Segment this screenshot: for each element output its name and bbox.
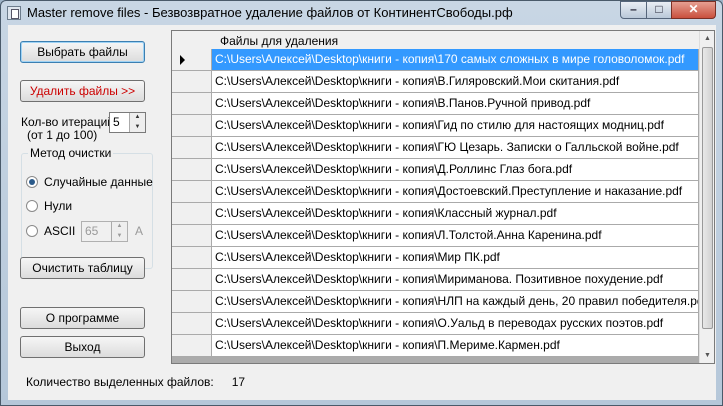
cleaning-method-title: Метод очистки [28,146,114,160]
row-header[interactable] [172,269,212,291]
table-row[interactable]: C:\Users\Алексей\Desktop\книги - копия\Д… [212,181,699,203]
row-header[interactable] [172,159,212,181]
iterations-stepper[interactable]: 5 ▲ ▼ [109,112,146,133]
row-header[interactable] [172,313,212,335]
row-header[interactable] [172,71,212,93]
client-area: Выбрать файлы Удалить файлы >> Кол-во ит… [8,25,716,400]
about-button[interactable]: О программе [20,307,145,329]
row-header[interactable] [172,335,212,357]
iterations-spin[interactable]: ▲ ▼ [129,113,145,132]
cleaning-method-group [21,153,153,269]
select-files-button[interactable]: Выбрать файлы [20,41,145,63]
current-row-arrow-icon [180,55,185,65]
table-row[interactable]: C:\Users\Алексей\Desktop\книги - копия\Н… [212,291,699,313]
ascii-char-label: A [135,224,144,238]
spin-up-icon[interactable]: ▲ [130,113,145,122]
delete-files-button[interactable]: Удалить файлы >> [20,80,145,102]
table-row[interactable]: C:\Users\Алексей\Desktop\книги - копия\Л… [212,225,699,247]
radio-random[interactable] [26,176,38,188]
minimize-button[interactable]: – [620,1,647,19]
app-window: Master remove files - Безвозвратное удал… [0,0,723,406]
ascii-code-stepper[interactable]: 65 ▲ ▼ [81,221,128,242]
selected-count-value: 17 [231,375,246,389]
table-row[interactable]: C:\Users\Алексей\Desktop\книги - копия\М… [212,269,699,291]
table-row[interactable]: C:\Users\Алексей\Desktop\книги - копия\В… [212,71,699,93]
clear-table-button[interactable]: Очистить таблицу [20,257,145,279]
iterations-value: 5 [113,115,120,129]
scroll-down-icon[interactable]: ▼ [700,348,714,363]
app-icon [7,6,21,20]
row-header[interactable] [172,137,212,159]
row-header[interactable] [172,291,212,313]
row-header[interactable] [172,247,212,269]
close-button[interactable]: ✕ [671,1,716,19]
column-header-files[interactable]: Файлы для удаления [212,31,699,50]
table-row[interactable]: C:\Users\Алексей\Desktop\книги - копия\В… [212,93,699,115]
scroll-up-icon[interactable]: ▲ [700,31,714,46]
status-line: Количество выделенных файлов: 17 [26,375,245,389]
spin-down-icon[interactable]: ▼ [130,123,145,132]
ascii-spin-down-icon[interactable]: ▼ [112,232,127,241]
table-row[interactable]: C:\Users\Алексей\Desktop\книги - копия\Г… [212,115,699,137]
scroll-thumb[interactable] [702,47,713,329]
close-icon: ✕ [688,2,699,16]
maximize-icon: □ [655,2,663,16]
radio-zeros-label[interactable]: Нули [44,199,72,213]
table-row[interactable]: C:\Users\Алексей\Desktop\книги - копия\О… [212,313,699,335]
radio-random-label[interactable]: Случайные данные [44,175,153,189]
radio-ascii[interactable] [26,225,38,237]
table-row[interactable]: C:\Users\Алексей\Desktop\книги - копия\Г… [212,137,699,159]
row-header[interactable] [172,203,212,225]
row-header[interactable] [172,93,212,115]
iterations-range-label: (от 1 до 100) [27,128,98,142]
row-header[interactable] [172,181,212,203]
exit-button[interactable]: Выход [20,336,145,358]
table-row[interactable]: C:\Users\Алексей\Desktop\книги - копия\М… [212,247,699,269]
window-title: Master remove files - Безвозвратное удал… [27,5,513,20]
table-row[interactable]: C:\Users\Алексей\Desktop\книги - копия\П… [212,335,699,357]
radio-zeros[interactable] [26,200,38,212]
radio-ascii-label[interactable]: ASCII [44,224,75,238]
row-header[interactable] [172,49,212,71]
table-row[interactable]: C:\Users\Алексей\Desktop\книги - копия\1… [212,49,699,71]
table-row[interactable]: C:\Users\Алексей\Desktop\книги - копия\Д… [212,159,699,181]
row-header[interactable] [172,115,212,137]
ascii-code-value: 65 [85,224,99,238]
minimize-icon: – [630,2,637,16]
column-header-label: Файлы для удаления [220,34,339,48]
row-header[interactable] [172,225,212,247]
vertical-scrollbar[interactable]: ▲ ▼ [699,31,714,363]
table-corner-header[interactable] [172,31,213,50]
table-row[interactable]: C:\Users\Алексей\Desktop\книги - копия\К… [212,203,699,225]
files-table[interactable]: Файлы для удаления C:\Users\Алексей\Desk… [171,30,715,364]
maximize-button[interactable]: □ [646,1,672,19]
ascii-spin-up-icon[interactable]: ▲ [112,222,127,231]
title-bar[interactable]: Master remove files - Безвозвратное удал… [1,1,722,25]
ascii-spin[interactable]: ▲ ▼ [111,222,127,241]
iterations-label: Кол-во итераций [21,115,115,129]
selected-count-label: Количество выделенных файлов: [26,375,214,389]
